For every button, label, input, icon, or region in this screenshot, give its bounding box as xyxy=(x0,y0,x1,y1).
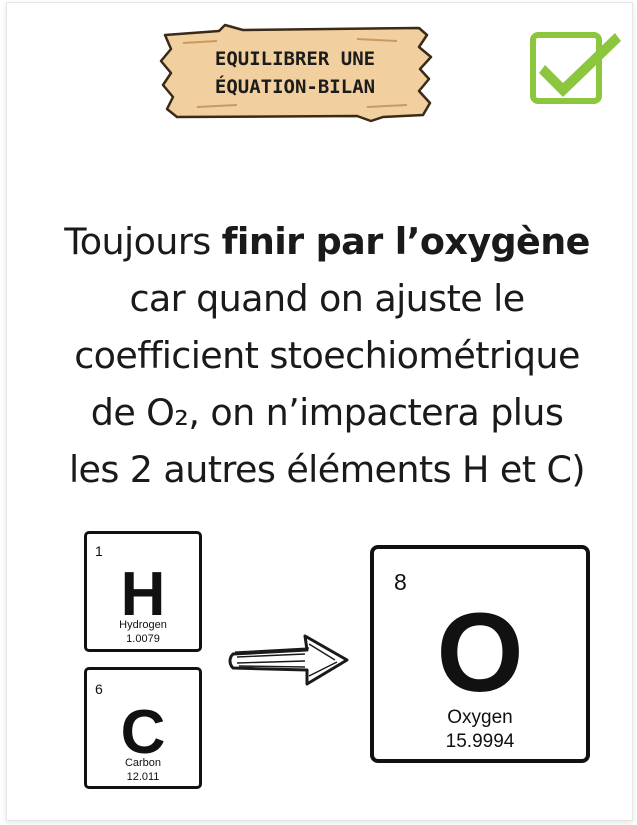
element-symbol: H xyxy=(120,560,166,629)
sketch-arrow-right-icon xyxy=(227,630,352,690)
element-name: Hydrogen xyxy=(119,619,167,631)
explanation-line-1-start: Toujours xyxy=(64,220,222,263)
explanation-line-2: car quand on ajuste le xyxy=(129,277,525,320)
explanation-line-3: coefficient stoechiométrique xyxy=(74,334,580,377)
element-name: Carbon xyxy=(124,757,162,769)
atomic-mass: 1.0079 xyxy=(126,633,160,645)
element-symbol: C xyxy=(120,698,166,767)
explanation-line-5: les 2 autres éléments H et C) xyxy=(68,448,586,491)
title-banner: EQUILIBRER UNE ÉQUATION-BILAN xyxy=(157,21,433,125)
element-tile-oxygen: 8 O Oxygen 15.9994 xyxy=(370,545,590,763)
explanation-text: Toujours finir par l’oxygène car quand o… xyxy=(27,213,627,498)
banner-title: EQUILIBRER UNE ÉQUATION-BILAN xyxy=(157,45,433,101)
explanation-line-4: de O₂, on n’impactera plus xyxy=(90,391,564,434)
atomic-number: 8 xyxy=(394,569,407,595)
explanation-emphasis: finir par l’oxygène xyxy=(221,220,591,263)
element-tile-hydrogen: 1 H Hydrogen 1.0079 xyxy=(84,531,202,652)
explanation-line-1: Toujours finir par l’oxygène xyxy=(27,213,627,270)
banner-title-line-2: ÉQUATION-BILAN xyxy=(214,76,376,98)
atomic-number: 6 xyxy=(95,681,103,697)
atomic-mass: 15.9994 xyxy=(445,731,515,752)
element-symbol: O xyxy=(436,590,524,715)
atomic-mass: 12.011 xyxy=(126,771,160,783)
banner-title-line-1: EQUILIBRER UNE xyxy=(214,48,376,70)
atomic-number: 1 xyxy=(95,543,103,559)
element-tile-carbon: 6 C Carbon 12.011 xyxy=(84,667,202,789)
element-name: Oxygen xyxy=(447,707,513,728)
checkbox-checked-icon xyxy=(527,27,623,107)
